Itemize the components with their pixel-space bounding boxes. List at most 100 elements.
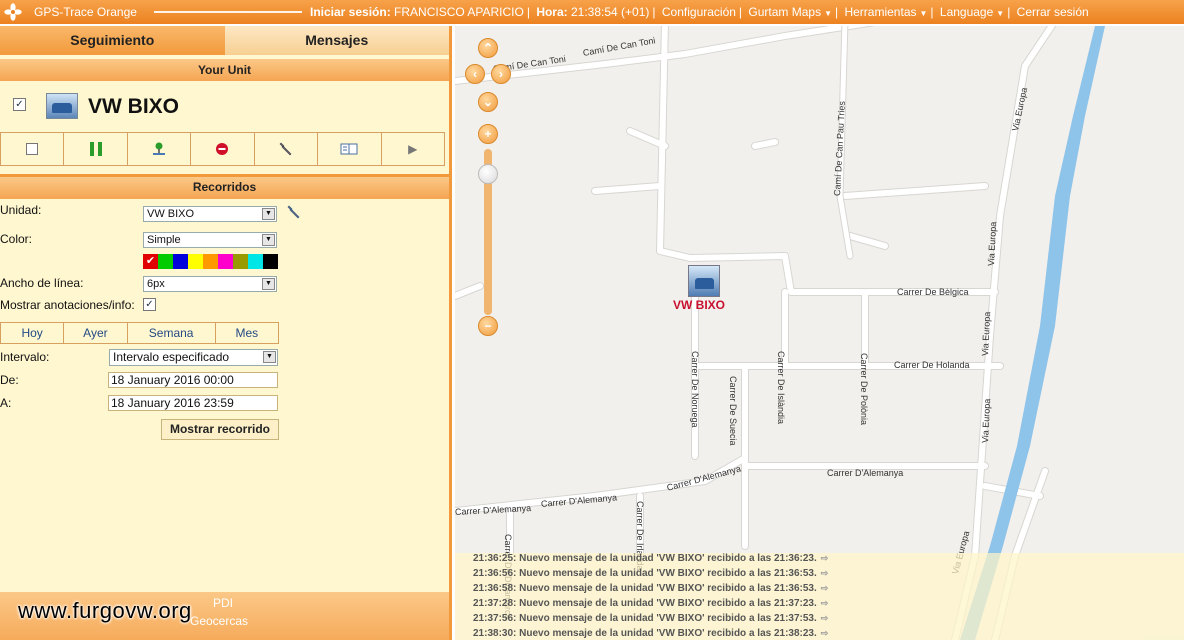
toolbar-locate-button[interactable] [128, 133, 192, 165]
unit-name: VW BIXO [88, 95, 180, 118]
annotations-label: Mostrar anotaciones/info: [0, 298, 135, 312]
from-label: De: [0, 373, 19, 387]
wrench-icon [279, 142, 292, 156]
tab-mensajes[interactable]: Mensajes [224, 26, 449, 55]
log-entry: 21:36:25: Nuevo mensaje de la unidad 'VW… [473, 553, 829, 564]
street-label: Carrer De Noruega [690, 351, 700, 428]
pan-left-button[interactable]: ‹ [465, 64, 485, 84]
chevron-down-icon: ⌄ [482, 95, 494, 109]
interval-select[interactable]: Intervalo especificado ▼ [109, 349, 278, 366]
time-label: Hora: [536, 5, 568, 19]
map-canvas [455, 26, 1105, 640]
pan-up-button[interactable]: ⌃ [478, 38, 498, 58]
time-value: 21:38:54 (+01) [571, 5, 650, 19]
left-panel: Seguimiento Mensajes Your Unit ✓ VW BIXO [0, 26, 452, 640]
period-today[interactable]: Hoy [1, 323, 65, 343]
pan-right-button[interactable]: › [491, 64, 511, 84]
tab-seguimiento[interactable]: Seguimiento [0, 26, 225, 55]
toolbar-settings-button[interactable] [255, 133, 319, 165]
color-swatch[interactable] [233, 254, 248, 269]
top-bar: GPS-Trace Orange Iniciar sesión: FRANCIS… [0, 0, 1184, 24]
toolbar-play-button[interactable]: ▶ [382, 133, 444, 165]
street-label: Carrer De Holanda [894, 360, 970, 370]
menu-logout[interactable]: Cerrar sesión [1017, 5, 1089, 19]
to-label: A: [0, 396, 12, 410]
chevron-down-icon: ▼ [262, 208, 275, 220]
arrow-right-icon[interactable]: ⇨ [821, 598, 829, 608]
watermark: www.furgovw.org [18, 598, 192, 623]
color-swatch[interactable] [158, 254, 173, 269]
locate-icon [153, 142, 166, 155]
stop-icon [216, 143, 229, 155]
arrow-right-icon[interactable]: ⇨ [821, 628, 829, 638]
login-label: Iniciar sesión: [310, 5, 391, 19]
chevron-down-icon: ▼ [996, 9, 1005, 18]
toolbar-checkbox-button[interactable] [1, 133, 65, 165]
zoom-out-button[interactable]: − [478, 316, 498, 336]
annotations-checkbox[interactable]: ✓ [143, 298, 156, 311]
period-bar: Hoy Ayer Semana Mes [0, 322, 279, 344]
period-month[interactable]: Mes [216, 323, 278, 343]
brand-divider [154, 11, 302, 13]
bottom-item-geofences[interactable]: Geocercas [190, 614, 248, 628]
toolbar-stop-button[interactable] [191, 133, 255, 165]
pan-down-button[interactable]: ⌄ [478, 92, 498, 112]
color-select[interactable]: Simple ▼ [143, 232, 277, 248]
zoom-in-button[interactable]: + [478, 124, 498, 144]
app-window: GPS-Trace Orange Iniciar sesión: FRANCIS… [0, 0, 1184, 640]
toolbar-pause-button[interactable] [64, 133, 128, 165]
chevron-down-icon: ▼ [263, 351, 276, 363]
unit-avatar [46, 93, 78, 119]
color-swatches: ✔ [143, 254, 278, 269]
map-view[interactable]: Camí De Can Toni Camí De Can Toni Camí D… [455, 26, 1184, 640]
minus-icon: − [484, 319, 492, 333]
unit-select[interactable]: VW BIXO ▼ [143, 206, 277, 222]
wrench-icon[interactable] [286, 204, 302, 220]
chevron-down-icon: ▼ [262, 278, 275, 290]
color-swatch[interactable] [188, 254, 203, 269]
color-swatch[interactable] [203, 254, 218, 269]
street-label: Carrer De Islàndia [776, 351, 786, 425]
log-entry: 21:38:30: Nuevo mensaje de la unidad 'VW… [473, 628, 829, 639]
color-swatch[interactable] [248, 254, 263, 269]
toolbar-info-button[interactable] [318, 133, 382, 165]
menu-herramientas[interactable]: Herramientas ▼ [844, 5, 927, 19]
bottom-item-pdi[interactable]: PDI [213, 596, 233, 610]
street-label: Carrer De Bèlgica [897, 287, 969, 297]
menu-configuracion[interactable]: Configuración [662, 5, 736, 19]
plus-icon: + [484, 127, 492, 141]
line-width-value: 6px [147, 278, 165, 290]
arrow-right-icon[interactable]: ⇨ [821, 568, 829, 578]
from-date-input[interactable]: 18 January 2016 00:00 [108, 372, 278, 388]
log-entry: 21:36:58: Nuevo mensaje de la unidad 'VW… [473, 583, 829, 594]
interval-label: Intervalo: [0, 350, 50, 364]
unit-marker-label: VW BIXO [673, 298, 726, 312]
unit-visibility-checkbox[interactable]: ✓ [13, 98, 26, 111]
book-icon [340, 143, 358, 155]
period-yesterday[interactable]: Ayer [64, 323, 128, 343]
period-week[interactable]: Semana [128, 323, 216, 343]
log-entry: 21:36:56: Nuevo mensaje de la unidad 'VW… [473, 568, 829, 579]
unit-select-value: VW BIXO [147, 208, 195, 220]
chevron-up-icon: ⌃ [482, 41, 494, 55]
arrow-right-icon[interactable]: ⇨ [821, 583, 829, 593]
zoom-slider-handle[interactable] [478, 164, 498, 184]
color-swatch[interactable] [218, 254, 233, 269]
color-swatch[interactable] [173, 254, 188, 269]
menu-gurtam-maps[interactable]: Gurtam Maps ▼ [748, 5, 832, 19]
street-label: Carrer D'Alemanya [827, 468, 904, 478]
show-route-button[interactable]: Mostrar recorrido [161, 419, 279, 440]
line-width-select[interactable]: 6px ▼ [143, 276, 277, 292]
street-label: Carrer De Polònia [859, 353, 869, 426]
tab-bar: Seguimiento Mensajes [0, 26, 449, 55]
arrow-right-icon[interactable]: ⇨ [821, 613, 829, 623]
chevron-down-icon: ▼ [262, 234, 275, 246]
menu-language[interactable]: Language ▼ [940, 5, 1004, 19]
user-name: FRANCISCO APARICIO [394, 5, 524, 19]
to-date-input[interactable]: 18 January 2016 23:59 [108, 395, 278, 411]
color-swatch[interactable] [263, 254, 278, 269]
arrow-right-icon[interactable]: ⇨ [821, 553, 829, 563]
chevron-right-icon: › [499, 67, 503, 81]
color-swatch[interactable]: ✔ [143, 254, 158, 269]
unit-marker[interactable] [688, 265, 720, 297]
